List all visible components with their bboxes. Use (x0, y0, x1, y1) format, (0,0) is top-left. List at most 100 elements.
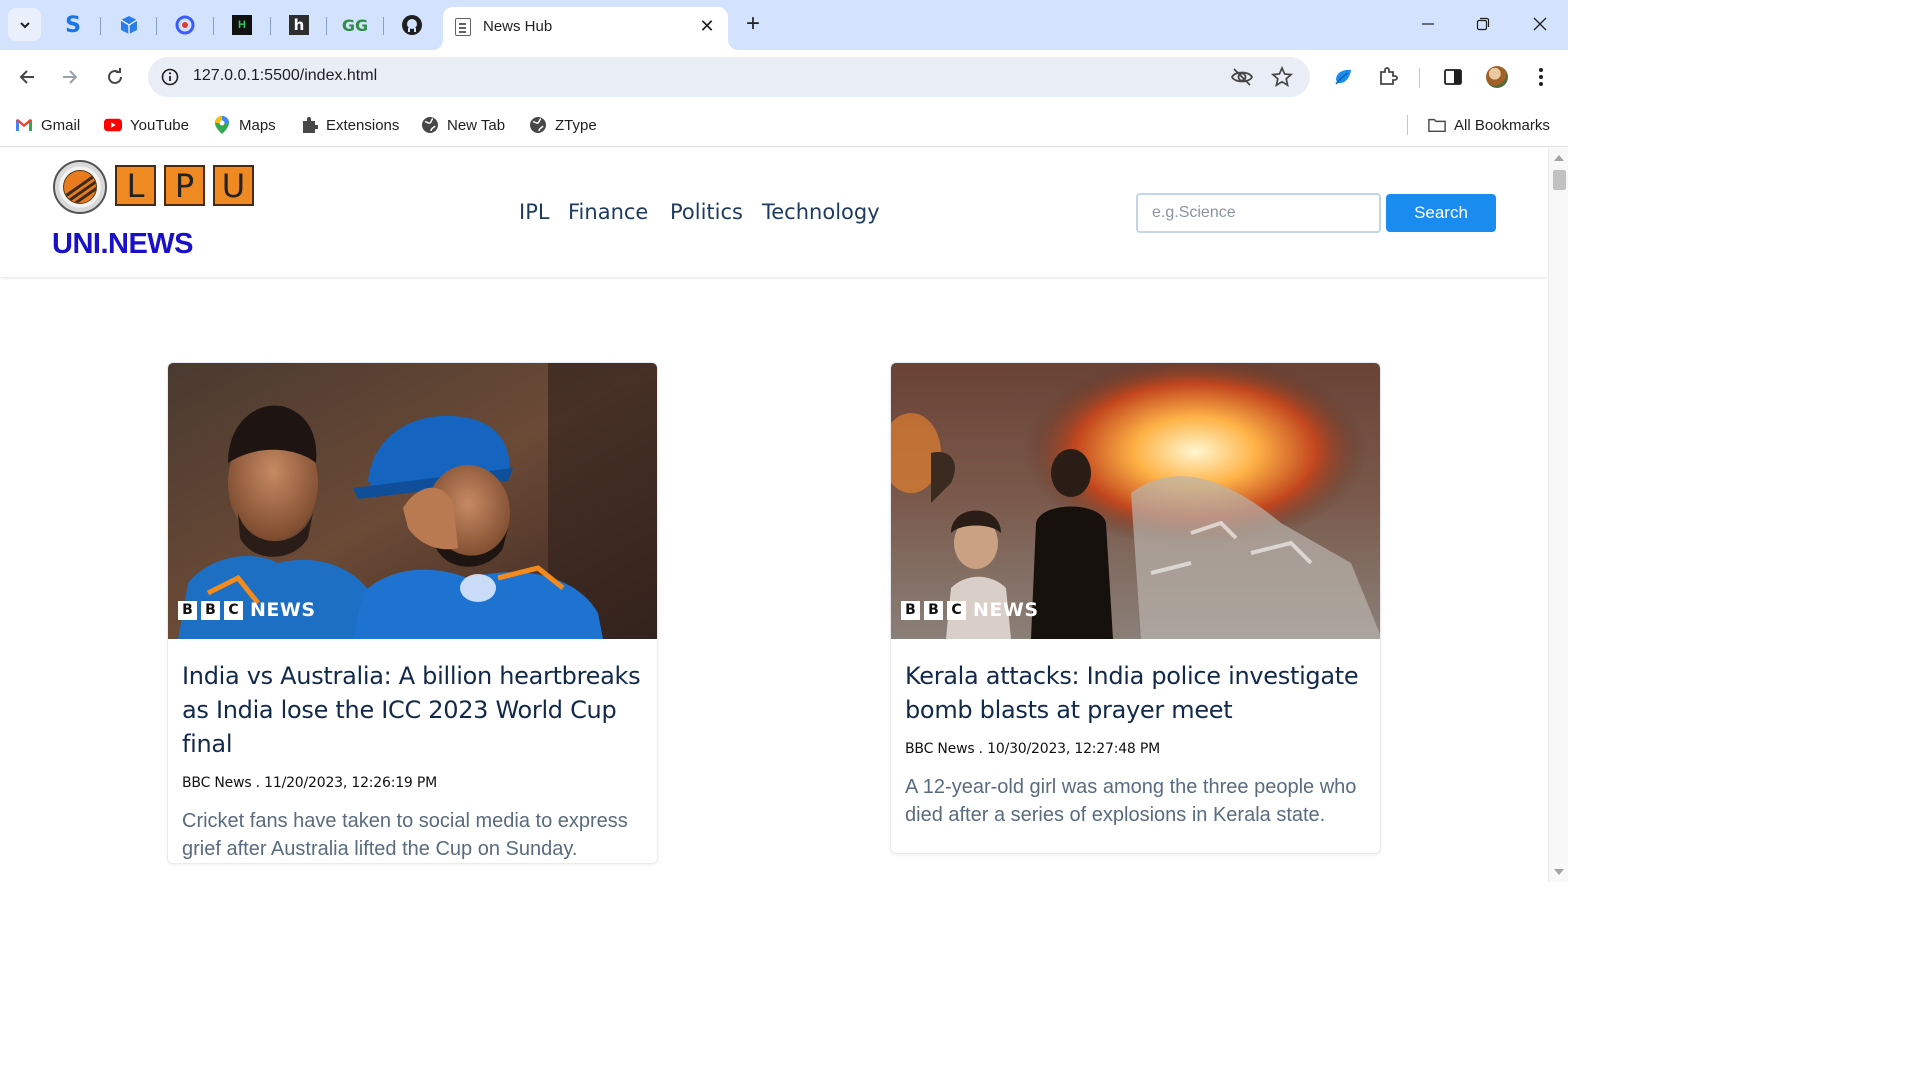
bookmark-ztype[interactable]: ZType (529, 113, 597, 137)
card-title[interactable]: India vs Australia: A billion heartbreak… (182, 659, 643, 761)
all-bookmarks-button[interactable]: All Bookmarks (1428, 113, 1550, 137)
geeksforgeeks-icon: GG (341, 15, 369, 35)
search-button[interactable]: Search (1386, 194, 1496, 232)
arrow-right-icon (63, 70, 78, 84)
close-icon (1533, 17, 1547, 31)
search-input[interactable] (1136, 193, 1381, 233)
site-info-button[interactable] (156, 63, 184, 91)
forward-button[interactable] (54, 61, 86, 93)
bbc-letter: B (901, 600, 920, 620)
bookmark-label: Extensions (326, 116, 400, 134)
bookmark-label: Maps (239, 116, 276, 134)
globe-icon (529, 116, 547, 134)
site-header: L P U UNI.NEWS IPL Finance Politics Tech… (0, 148, 1548, 277)
scroll-down-arrow-icon[interactable] (1554, 869, 1564, 875)
tab-search-button[interactable] (8, 8, 41, 41)
bookmark-label: Gmail (41, 116, 81, 134)
bbc-letter: B (924, 600, 943, 620)
hackerrank-icon: H (232, 15, 252, 35)
s-logo-icon: S (65, 12, 81, 38)
h-logo-icon: h (289, 15, 309, 35)
nav-link-finance[interactable]: Finance (568, 200, 648, 224)
minimize-icon (1422, 23, 1434, 25)
logo-letter-l: L (115, 165, 156, 206)
news-image-kerala[interactable]: B B C NEWS (891, 363, 1380, 639)
puzzle-icon (1380, 67, 1398, 85)
page-viewport: L P U UNI.NEWS IPL Finance Politics Tech… (0, 148, 1568, 882)
browser-toolbar: 127.0.0.1:5500/index.html (0, 50, 1568, 103)
menu-button[interactable] (1528, 64, 1554, 90)
news-image-cricket[interactable]: B B C NEWS (168, 363, 657, 639)
chevron-down-icon (19, 21, 30, 28)
extension-button[interactable] (1330, 64, 1356, 90)
gmail-icon (15, 116, 33, 134)
bbc-news-badge: B B C NEWS (178, 599, 316, 621)
bookmark-gmail[interactable]: Gmail (15, 113, 80, 137)
pinned-tab-box[interactable] (114, 10, 144, 40)
pinned-tab-colorful[interactable] (170, 10, 200, 40)
vertical-scrollbar[interactable] (1548, 148, 1568, 882)
all-bookmarks-label: All Bookmarks (1454, 116, 1550, 134)
bookmark-label: New Tab (447, 116, 506, 134)
bookmark-label: ZType (555, 116, 597, 134)
card-body: Kerala attacks: India police investigate… (891, 639, 1380, 829)
reload-button[interactable] (99, 61, 131, 93)
card-body: India vs Australia: A billion heartbreak… (168, 639, 657, 863)
avatar-icon (1486, 66, 1508, 88)
pinned-tab-h[interactable]: h (284, 10, 314, 40)
card-title[interactable]: Kerala attacks: India police investigate… (905, 659, 1366, 727)
back-button[interactable] (11, 61, 43, 93)
new-tab-button[interactable]: + (740, 12, 766, 38)
university-emblem-logo (53, 160, 107, 214)
bookmark-new-tab[interactable]: New Tab (421, 113, 505, 137)
nav-link-technology[interactable]: Technology (762, 200, 880, 224)
bbc-letter: B (201, 600, 220, 620)
pinned-tab-hackerrank[interactable]: H (227, 10, 257, 40)
bbc-letter: C (224, 600, 243, 620)
nav-link-politics[interactable]: Politics (670, 200, 743, 224)
pinned-tab-github[interactable] (397, 10, 427, 40)
restore-icon (1476, 17, 1490, 31)
bookmark-star-button[interactable] (1270, 65, 1294, 89)
pinned-tab-gfg[interactable]: GG (340, 10, 370, 40)
news-card[interactable]: B B C NEWS Kerala attacks: India police … (890, 362, 1381, 854)
restore-button[interactable] (1470, 12, 1496, 38)
card-meta: BBC News . 10/30/2023, 12:27:48 PM (905, 741, 1161, 757)
scroll-up-arrow-icon[interactable] (1554, 155, 1564, 161)
address-bar[interactable]: 127.0.0.1:5500/index.html (148, 57, 1310, 97)
bookmark-youtube[interactable]: YouTube (104, 113, 189, 137)
site-brand[interactable]: UNI.NEWS (52, 228, 194, 261)
bookmarks-bar: Gmail YouTube Maps Extensions New Tab ZT… (0, 103, 1568, 147)
logo-letter-u: U (213, 165, 254, 206)
folder-icon (1428, 116, 1446, 134)
bookmark-extensions[interactable]: Extensions (300, 113, 399, 137)
bbc-letter: C (947, 600, 966, 620)
side-panel-button[interactable] (1440, 64, 1466, 90)
side-panel-icon (1444, 69, 1462, 85)
blue-leaf-icon (1335, 69, 1351, 85)
arrow-left-icon (19, 70, 34, 84)
bookmark-maps[interactable]: Maps (213, 113, 276, 137)
profile-avatar[interactable] (1484, 64, 1510, 90)
cube-icon (120, 16, 138, 34)
close-window-button[interactable] (1527, 12, 1553, 38)
minimize-button[interactable] (1415, 12, 1441, 38)
bbc-letter: B (178, 600, 197, 620)
bbc-news-word: NEWS (973, 599, 1039, 621)
explosion-scene-photo (891, 363, 1380, 639)
news-card[interactable]: B B C NEWS India vs Australia: A billion… (167, 362, 658, 864)
pinned-tab-s[interactable]: S (58, 10, 88, 40)
active-tab[interactable]: News Hub ✕ (443, 7, 728, 50)
youtube-icon (104, 116, 122, 134)
document-icon (455, 18, 471, 36)
extensions-button[interactable] (1375, 64, 1401, 90)
tab-title: News Hub (483, 18, 553, 35)
puzzle-icon (300, 116, 318, 134)
close-tab-icon[interactable]: ✕ (696, 15, 718, 37)
nav-link-ipl[interactable]: IPL (519, 200, 550, 224)
scrollbar-thumb[interactable] (1553, 170, 1566, 190)
github-icon (402, 15, 422, 35)
tracking-protection-button[interactable] (1230, 65, 1254, 89)
card-description: Cricket fans have taken to social media … (182, 810, 628, 860)
url-text[interactable]: 127.0.0.1:5500/index.html (193, 67, 377, 85)
